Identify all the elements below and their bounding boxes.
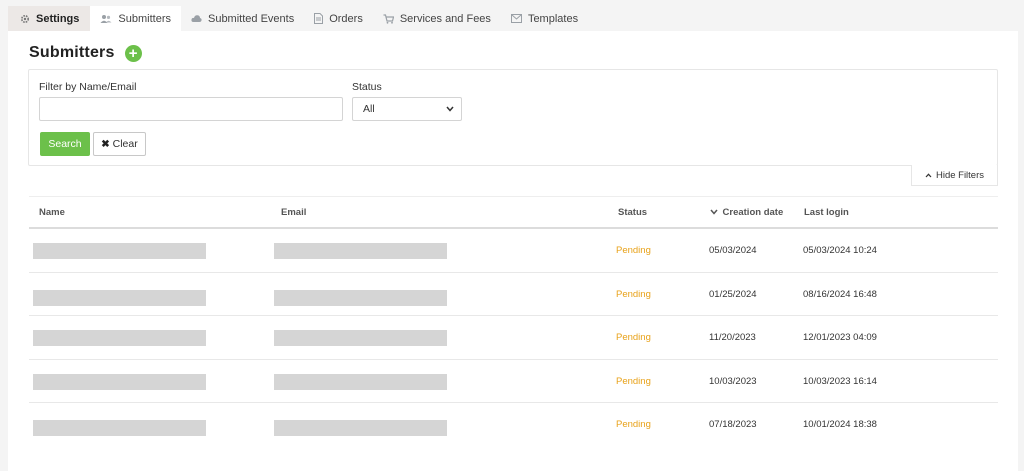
name-filter-label: Filter by Name/Email bbox=[39, 81, 137, 93]
hide-filters-label: Hide Filters bbox=[935, 169, 985, 181]
row-last-login: 10/03/2023 16:14 bbox=[803, 375, 877, 387]
redacted-name bbox=[33, 243, 206, 259]
filter-panel: Filter by Name/Email Status All Search ✖… bbox=[28, 69, 998, 166]
column-header-last-login[interactable]: Last login bbox=[804, 197, 849, 228]
tab-submitters[interactable]: Submitters bbox=[90, 6, 181, 31]
status-filter-label: Status bbox=[352, 81, 382, 93]
redacted-name bbox=[33, 420, 206, 436]
tab-submitted-events[interactable]: Submitted Events bbox=[181, 6, 304, 31]
row-last-login: 08/16/2024 16:48 bbox=[803, 288, 877, 300]
redacted-email bbox=[274, 373, 447, 390]
clear-button[interactable]: ✖ Clear bbox=[93, 132, 146, 156]
table-row[interactable]: Pending 11/20/2023 12/01/2023 04:09 bbox=[29, 316, 998, 360]
tab-orders[interactable]: Orders bbox=[304, 6, 373, 31]
row-status: Pending bbox=[616, 332, 651, 343]
redacted-name bbox=[33, 289, 206, 306]
redacted-email bbox=[274, 330, 447, 346]
row-last-login: 10/01/2024 18:38 bbox=[803, 419, 877, 430]
status-select-value: All bbox=[363, 103, 375, 115]
row-status: Pending bbox=[616, 419, 651, 430]
tab-templates[interactable]: Templates bbox=[501, 6, 588, 31]
tab-orders-label: Orders bbox=[329, 12, 363, 25]
row-status: Pending bbox=[616, 245, 651, 256]
envelope-icon bbox=[510, 14, 522, 23]
column-header-name[interactable]: Name bbox=[39, 197, 65, 228]
search-button[interactable]: Search bbox=[40, 132, 90, 156]
redacted-email bbox=[274, 289, 447, 306]
redacted-name bbox=[33, 330, 206, 346]
status-select[interactable]: All bbox=[352, 97, 462, 121]
table-row[interactable]: Pending 05/03/2024 05/03/2024 10:24 bbox=[29, 229, 998, 273]
hide-filters-button[interactable]: Hide Filters bbox=[911, 165, 998, 186]
gear-icon bbox=[20, 14, 30, 24]
row-creation-date: 01/25/2024 bbox=[709, 288, 757, 300]
redacted-email bbox=[274, 243, 447, 259]
cloud-icon bbox=[191, 14, 202, 23]
table-row[interactable]: Pending 01/25/2024 08/16/2024 16:48 bbox=[29, 273, 998, 316]
column-header-email[interactable]: Email bbox=[281, 197, 306, 228]
row-last-login: 12/01/2023 04:09 bbox=[803, 332, 877, 343]
table-row[interactable]: Pending 07/18/2023 10/01/2024 18:38 bbox=[29, 403, 998, 447]
page-title: Submitters bbox=[29, 44, 115, 61]
row-status: Pending bbox=[616, 288, 651, 300]
row-last-login: 05/03/2024 10:24 bbox=[803, 245, 877, 256]
users-icon bbox=[100, 14, 112, 24]
cart-icon bbox=[383, 13, 394, 24]
tab-bar: Settings Submitters Submitted Events Ord… bbox=[8, 6, 588, 31]
name-email-filter-input[interactable] bbox=[39, 97, 343, 121]
tab-services-and-fees-label: Services and Fees bbox=[399, 12, 491, 25]
chevron-up-icon bbox=[925, 171, 932, 180]
document-icon bbox=[314, 13, 324, 24]
redacted-name bbox=[33, 373, 206, 390]
page-heading: Submitters + bbox=[29, 44, 142, 62]
column-header-creation-date[interactable]: Creation date bbox=[710, 197, 783, 228]
chevron-down-icon bbox=[446, 104, 454, 114]
sort-down-icon bbox=[710, 207, 721, 217]
plus-circle-icon[interactable]: + bbox=[124, 44, 142, 62]
row-creation-date: 10/03/2023 bbox=[709, 375, 757, 387]
redacted-email bbox=[274, 420, 447, 436]
submitters-table: Name Email Status Creation date Last log… bbox=[29, 196, 998, 447]
close-icon: ✖ bbox=[101, 138, 110, 150]
tab-services-and-fees[interactable]: Services and Fees bbox=[373, 6, 501, 31]
tab-templates-label: Templates bbox=[527, 12, 579, 25]
column-header-status[interactable]: Status bbox=[618, 197, 647, 228]
table-row[interactable]: Pending 10/03/2023 10/03/2023 16:14 bbox=[29, 360, 998, 403]
row-status: Pending bbox=[616, 375, 651, 387]
row-creation-date: 11/20/2023 bbox=[709, 332, 756, 343]
table-header: Name Email Status Creation date Last log… bbox=[29, 196, 998, 229]
tab-settings[interactable]: Settings bbox=[8, 6, 91, 31]
column-header-creation-date-label: Creation date bbox=[722, 207, 784, 218]
tab-settings-label: Settings bbox=[36, 12, 80, 25]
tab-submitted-events-label: Submitted Events bbox=[207, 12, 295, 25]
clear-button-label: Clear bbox=[112, 138, 138, 150]
row-creation-date: 07/18/2023 bbox=[709, 419, 757, 430]
main-panel: Submitters + Filter by Name/Email Status… bbox=[8, 31, 1018, 471]
row-creation-date: 05/03/2024 bbox=[709, 245, 757, 256]
tab-submitters-label: Submitters bbox=[118, 12, 171, 25]
